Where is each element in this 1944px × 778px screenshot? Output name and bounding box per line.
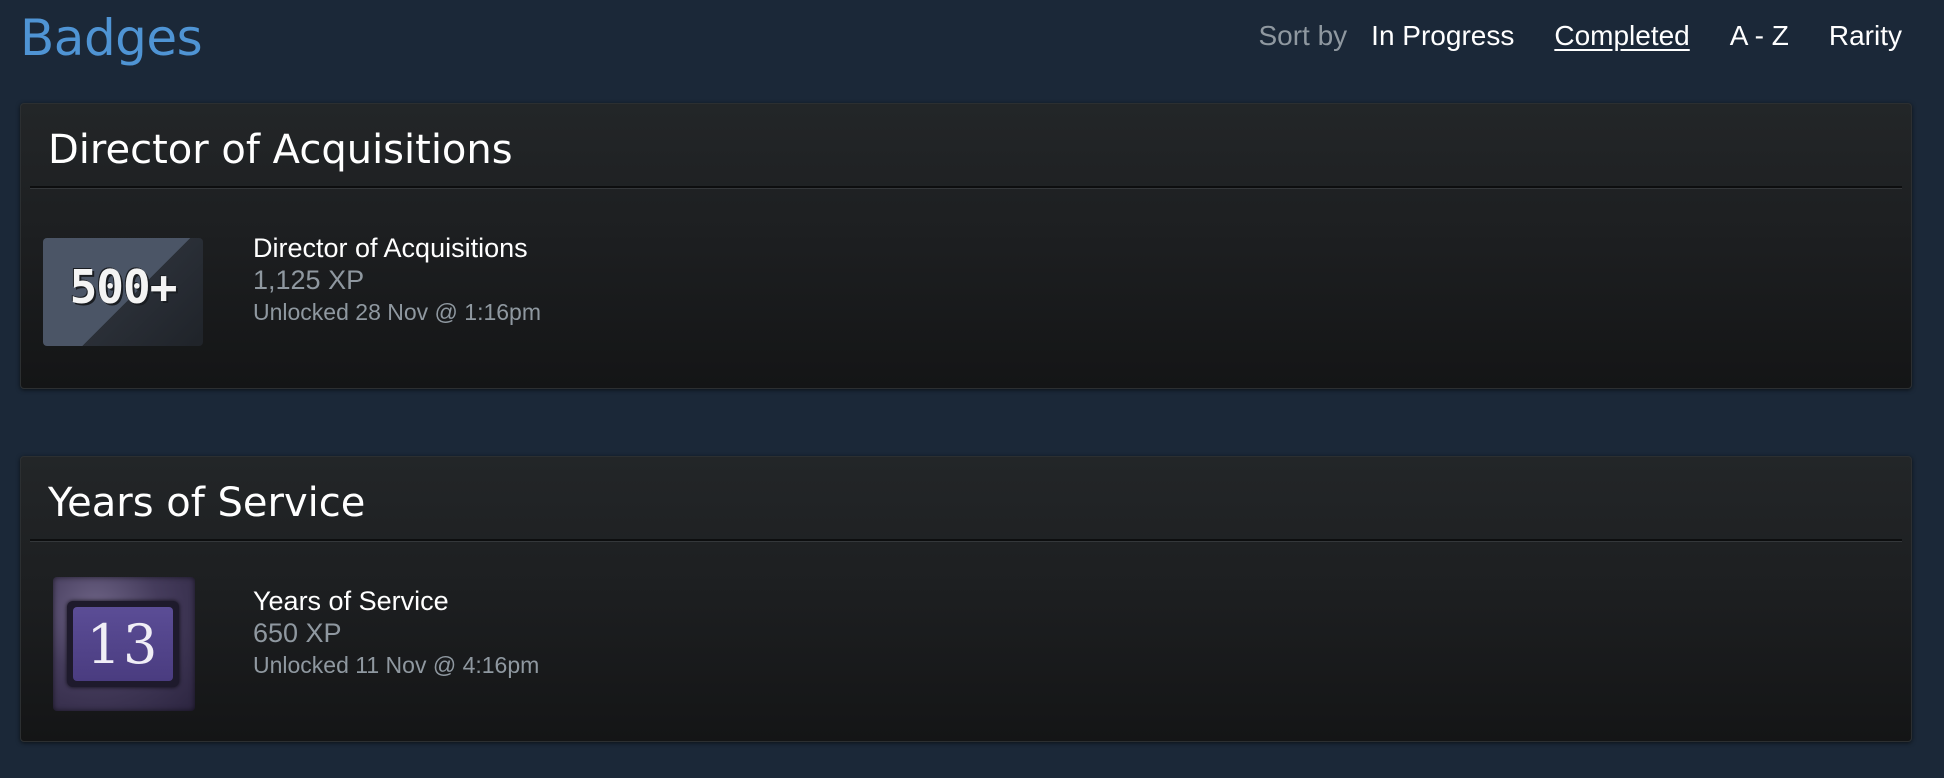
badge-icon-text: 13: [73, 607, 173, 681]
sort-by-label: Sort by: [1258, 20, 1348, 51]
sort-completed-link[interactable]: Completed: [1554, 20, 1689, 52]
badge-unlocked-date: Unlocked 28 Nov @ 1:16pm: [253, 299, 541, 325]
panel-divider: [30, 539, 1902, 542]
sort-a-z-link[interactable]: A - Z: [1730, 20, 1789, 52]
sort-in-progress-link[interactable]: In Progress: [1371, 20, 1514, 52]
sort-rarity-link[interactable]: Rarity: [1829, 20, 1902, 52]
badge-icon-text: 500+: [69, 260, 178, 314]
badge-name: Years of Service: [253, 586, 449, 616]
badge-panel-years-of-service: Years of Service 13 Years of Service 650…: [20, 456, 1912, 742]
badge-xp: 650 XP: [253, 618, 342, 648]
badge-xp: 1,125 XP: [253, 265, 365, 295]
badge-panel-header: Director of Acquisitions: [48, 127, 513, 173]
badge-panel-director-of-acquisitions: Director of Acquisitions 500+ Director o…: [20, 103, 1912, 389]
years-of-service-badge-icon[interactable]: 13: [53, 577, 195, 711]
panel-divider: [30, 186, 1902, 189]
badge-unlocked-date: Unlocked 11 Nov @ 4:16pm: [253, 652, 540, 678]
badge-info: Years of Service 650 XP Unlocked 11 Nov …: [253, 585, 539, 681]
500-plus-badge-icon[interactable]: 500+: [43, 238, 203, 346]
sort-bar: Sort by In Progress Completed A - Z Rari…: [1258, 16, 1902, 56]
page-title: Badges: [20, 9, 203, 67]
badge-name: Director of Acquisitions: [253, 233, 528, 263]
badge-panel-header: Years of Service: [48, 480, 366, 526]
badge-icon-frame: 13: [67, 601, 179, 687]
badge-info: Director of Acquisitions 1,125 XP Unlock…: [253, 232, 541, 328]
